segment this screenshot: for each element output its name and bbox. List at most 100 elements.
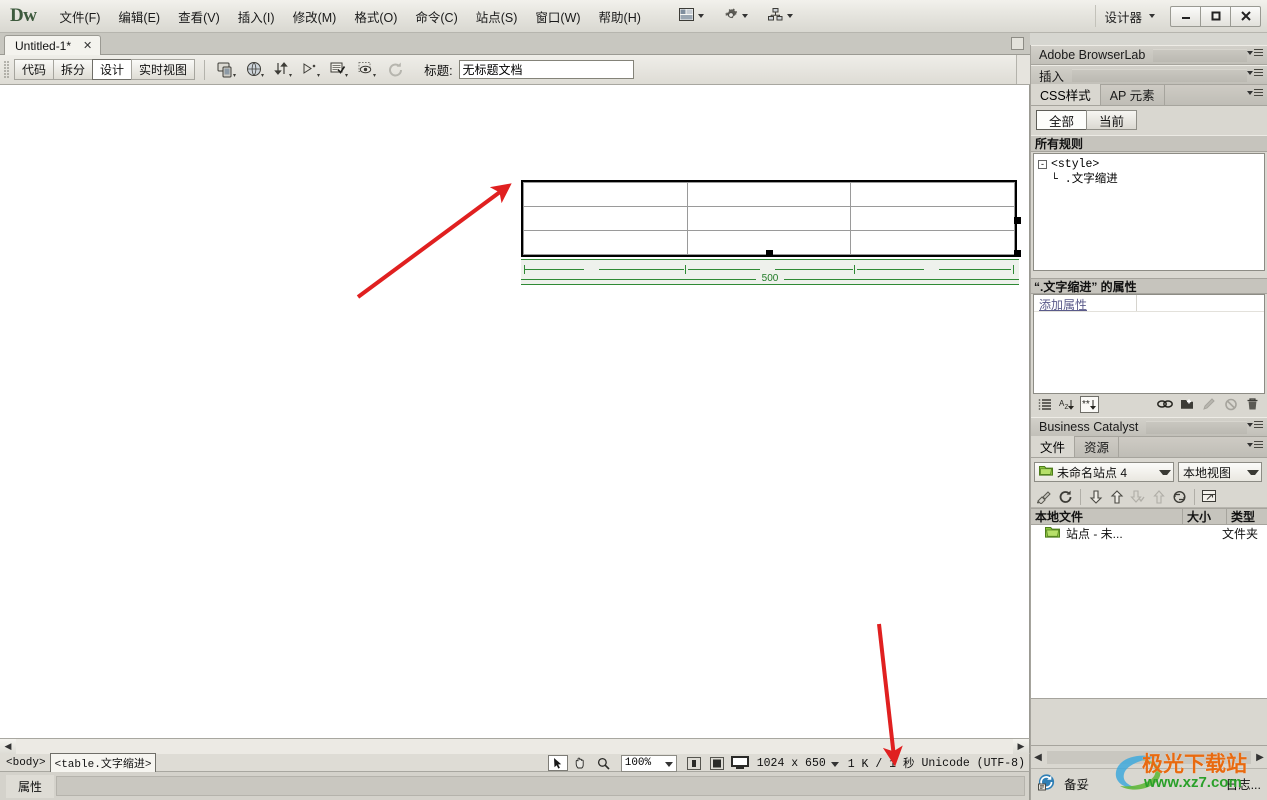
check-in-button[interactable]: [1149, 488, 1168, 505]
column-header-local-files[interactable]: 本地文件: [1031, 509, 1183, 524]
table-cell[interactable]: [686, 182, 852, 207]
workspace-switcher[interactable]: 设计器: [1095, 5, 1163, 27]
table-cell[interactable]: [850, 230, 1015, 255]
chevron-down-icon[interactable]: [830, 762, 839, 767]
column-header-type[interactable]: 类型: [1227, 509, 1267, 524]
restore-down-document-button[interactable]: [1011, 37, 1024, 50]
css-mode-all-button[interactable]: 全部: [1036, 110, 1088, 130]
css-rule-style-block[interactable]: - <style>: [1038, 157, 1260, 172]
column-header-size[interactable]: 大小: [1183, 509, 1227, 524]
table-total-width[interactable]: 500: [521, 273, 1019, 285]
put-files-button[interactable]: [1107, 488, 1126, 505]
edit-rule-button[interactable]: [1199, 396, 1218, 413]
panel-files-options-button[interactable]: [1245, 441, 1263, 448]
tag-selector-body[interactable]: <body>: [2, 756, 50, 770]
close-button[interactable]: [1230, 5, 1261, 27]
html-table-widget[interactable]: [521, 180, 1017, 257]
preview-in-browser-button[interactable]: [243, 59, 269, 81]
table-cell[interactable]: [523, 230, 688, 255]
table-cell[interactable]: [523, 206, 688, 231]
show-list-view-button[interactable]: A Z: [1058, 396, 1077, 413]
panel-insert-header[interactable]: 插入: [1031, 65, 1267, 85]
panel-insert-options-button[interactable]: [1245, 69, 1263, 76]
log-button[interactable]: 日志...: [1226, 774, 1261, 793]
maximize-button[interactable]: [1200, 5, 1231, 27]
refresh-status-icon[interactable]: [1037, 773, 1056, 795]
show-category-view-button[interactable]: [1036, 396, 1055, 413]
tab-ap-elements[interactable]: AP 元素: [1101, 84, 1165, 105]
menu-view[interactable]: 查看(V): [169, 3, 229, 30]
connect-remote-button[interactable]: [1035, 488, 1054, 505]
attach-stylesheet-button[interactable]: [1155, 396, 1174, 413]
scroll-track[interactable]: [1047, 750, 1251, 764]
menu-window[interactable]: 窗口(W): [526, 3, 589, 30]
table-cell[interactable]: [523, 182, 688, 207]
property-inspector-body[interactable]: [56, 776, 1025, 796]
menu-edit[interactable]: 编辑(E): [109, 3, 169, 30]
menu-format[interactable]: 格式(O): [345, 3, 406, 30]
check-out-button[interactable]: [1128, 488, 1147, 505]
table-row[interactable]: 添加属性: [1034, 295, 1264, 312]
hand-tool-button[interactable]: [571, 755, 591, 771]
site-button[interactable]: [763, 5, 798, 27]
validate-markup-button[interactable]: [327, 59, 353, 81]
menu-commands[interactable]: 命令(C): [406, 3, 466, 30]
close-icon[interactable]: ✕: [81, 39, 94, 52]
tab-files[interactable]: 文件: [1031, 436, 1076, 457]
window-dimensions-label[interactable]: 1024 x 650: [757, 757, 826, 770]
panel-css-options-button[interactable]: [1245, 89, 1263, 96]
view-design-button[interactable]: 设计: [92, 59, 133, 80]
file-management-button[interactable]: [271, 59, 297, 81]
minimize-button[interactable]: [1170, 5, 1201, 27]
menu-file[interactable]: 文件(F): [50, 3, 109, 30]
table-selection-handle-bottom[interactable]: [766, 250, 773, 257]
scroll-right-arrow-icon[interactable]: ▶: [1013, 738, 1029, 754]
css-mode-current-button[interactable]: 当前: [1086, 110, 1138, 130]
menu-modify[interactable]: 修改(M): [284, 3, 346, 30]
scroll-right-arrow-icon[interactable]: ▶: [1253, 747, 1267, 767]
scroll-left-arrow-icon[interactable]: ◀: [0, 738, 16, 754]
property-value-cell[interactable]: [1137, 295, 1264, 311]
add-property-link[interactable]: 添加属性: [1034, 295, 1137, 312]
panel-browserlab-options-button[interactable]: [1245, 49, 1263, 56]
window-size-desktop-button[interactable]: [730, 755, 750, 771]
refresh-design-view-button[interactable]: [383, 59, 409, 81]
css-rule-text-indent[interactable]: └ .文字缩进: [1038, 172, 1260, 187]
list-item[interactable]: 站点 - 未... 文件夹: [1031, 525, 1267, 542]
panel-browserlab-header[interactable]: Adobe BrowserLab: [1031, 45, 1267, 65]
multiscreen-preview-button[interactable]: [215, 59, 241, 81]
document-tab-untitled-1[interactable]: Untitled-1* ✕: [4, 35, 102, 55]
show-set-properties-button[interactable]: **: [1080, 395, 1099, 413]
visual-aids-button[interactable]: [299, 59, 325, 81]
get-files-button[interactable]: [1086, 488, 1105, 505]
tab-css-styles[interactable]: CSS样式: [1031, 84, 1101, 105]
table-grid[interactable]: [523, 182, 1015, 255]
menu-insert[interactable]: 插入(I): [229, 3, 284, 30]
select-tool-button[interactable]: [547, 755, 568, 771]
window-size-phone-button[interactable]: [684, 755, 704, 771]
tree-collapse-icon[interactable]: -: [1038, 160, 1047, 169]
view-split-button[interactable]: 拆分: [53, 59, 94, 80]
table-selection-handle-right[interactable]: [1014, 217, 1021, 224]
design-view-canvas[interactable]: 500: [0, 85, 1030, 738]
table-selection-handle-corner[interactable]: [1014, 250, 1021, 257]
menu-site[interactable]: 站点(S): [467, 3, 527, 30]
table-width-indicator[interactable]: 500: [521, 259, 1019, 285]
table-cell[interactable]: [686, 206, 852, 231]
scroll-left-arrow-icon[interactable]: ◀: [1031, 747, 1045, 767]
new-css-rule-button[interactable]: [1177, 396, 1196, 413]
disable-property-button[interactable]: [1221, 396, 1240, 413]
tag-selector-table[interactable]: <table.文字缩进>: [49, 752, 157, 773]
layout-button[interactable]: [674, 5, 709, 27]
css-rules-list[interactable]: - <style> └ .文字缩进: [1033, 153, 1265, 271]
site-select[interactable]: 未命名站点 4: [1034, 462, 1174, 482]
view-code-button[interactable]: 代码: [14, 59, 55, 80]
expand-files-panel-button[interactable]: [1200, 488, 1219, 505]
tab-assets[interactable]: 资源: [1075, 436, 1120, 457]
property-inspector-tab[interactable]: 属性: [6, 774, 55, 798]
panel-bc-options-button[interactable]: [1245, 421, 1263, 428]
scroll-track[interactable]: [16, 738, 1013, 754]
delete-rule-button[interactable]: [1243, 396, 1262, 413]
table-cell[interactable]: [850, 206, 1015, 231]
live-code-inspect-button[interactable]: [355, 59, 381, 81]
